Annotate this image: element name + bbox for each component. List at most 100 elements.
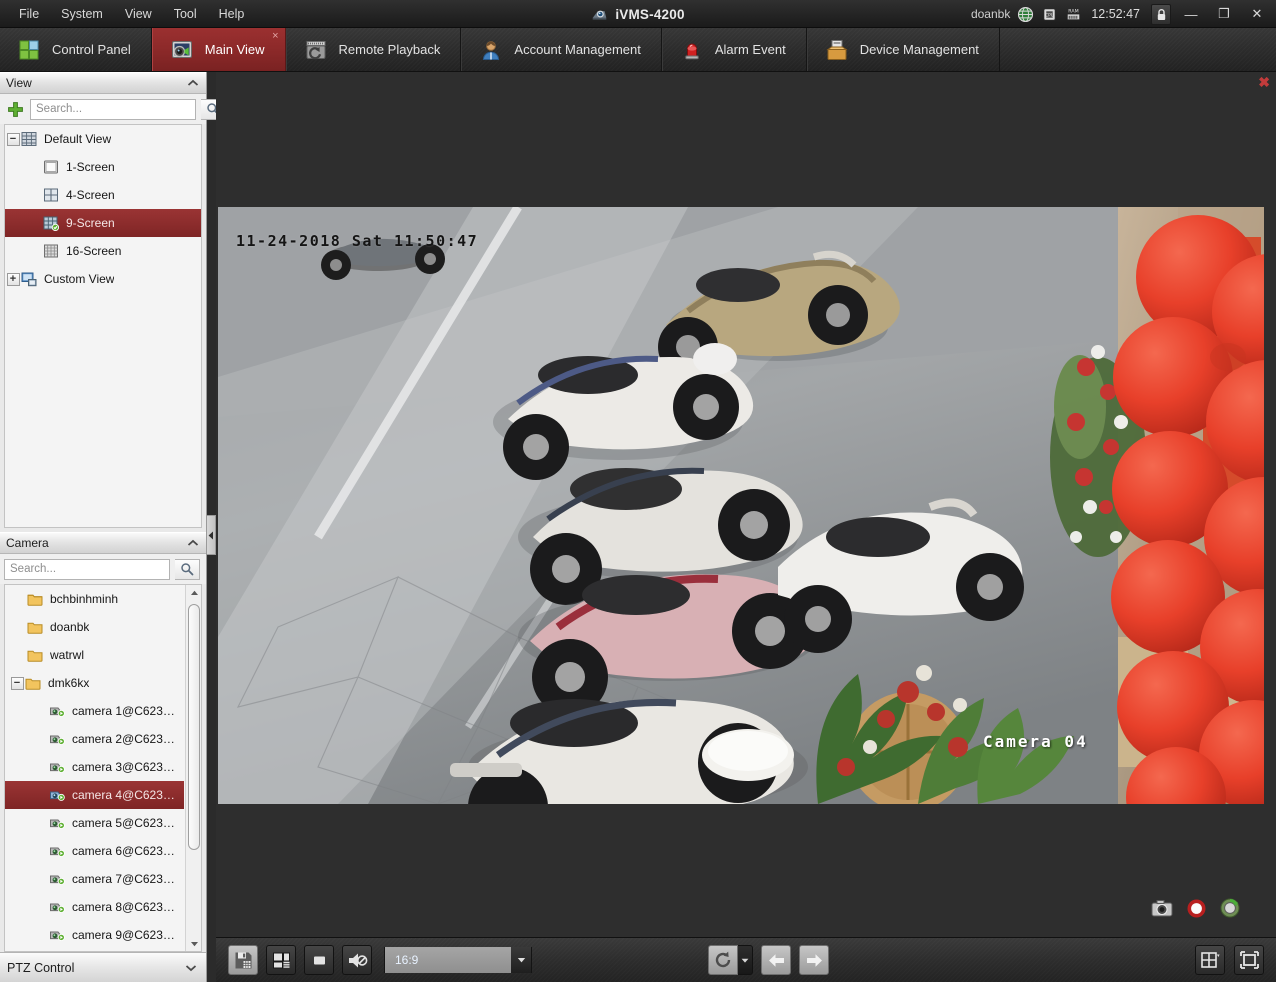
menu-file[interactable]: File (8, 2, 50, 26)
tab-device-management[interactable]: Device Management (806, 28, 1000, 71)
record-icon[interactable] (1187, 899, 1206, 918)
chevron-down-icon[interactable] (511, 947, 531, 973)
tree-label: camera 2@C623511... (72, 732, 180, 746)
camera-list-scrollbar[interactable] (185, 585, 201, 951)
list-item-group[interactable]: bchbinhminh (5, 585, 184, 613)
window-division-button[interactable] (1195, 945, 1225, 975)
scroll-up-icon[interactable] (186, 585, 201, 600)
expand-expander-icon[interactable]: + (6, 272, 20, 286)
control-panel-icon (19, 40, 39, 59)
video-control-toolbar: 16:9 (216, 937, 1276, 982)
device-management-icon (826, 39, 848, 60)
fullscreen-button[interactable] (1234, 945, 1264, 975)
tree-row-9-screen[interactable]: 9-Screen (5, 209, 201, 237)
collapse-expander-icon[interactable]: − (6, 132, 20, 146)
tree-label: camera 8@C623511... (72, 900, 180, 914)
chevron-up-icon[interactable] (187, 79, 199, 87)
multi-window-button[interactable] (266, 945, 296, 975)
list-item-group[interactable]: doanbk (5, 613, 184, 641)
ptz-control-header[interactable]: PTZ Control (0, 952, 206, 982)
camera-search-button[interactable] (175, 558, 200, 580)
cpu-icon[interactable]: CPU (1041, 6, 1058, 23)
tree-label: watrwl (50, 648, 85, 662)
list-item-camera[interactable]: camera 2@C623511... (5, 725, 184, 753)
globe-icon[interactable] (1017, 6, 1034, 23)
save-layout-button[interactable] (228, 945, 258, 975)
view-panel-header[interactable]: View (0, 72, 206, 94)
list-item-camera[interactable]: camera 6@C623511... (5, 837, 184, 865)
sidebar-collapse-handle[interactable] (207, 515, 216, 555)
scroll-down-icon[interactable] (186, 936, 201, 951)
ptz-icon[interactable] (1220, 898, 1240, 918)
auto-switch-button[interactable] (708, 945, 738, 975)
tab-alarm-event[interactable]: Alarm Event (661, 28, 807, 71)
expander-cell[interactable]: − (9, 676, 25, 690)
collapse-expander-icon[interactable]: − (10, 676, 24, 690)
view-search-input[interactable] (30, 98, 196, 120)
window-close-button[interactable]: ✕ (1244, 4, 1270, 24)
expander-cell[interactable]: − (5, 132, 21, 146)
mute-button[interactable] (342, 945, 372, 975)
tab-main-view[interactable]: × Main View (151, 28, 286, 71)
tree-row-16-screen[interactable]: 16-Screen (5, 237, 201, 265)
screen-16-icon (44, 244, 58, 258)
tab-remote-playback[interactable]: Remote Playback (285, 28, 462, 71)
view-panel-title: View (6, 76, 32, 90)
tab-control-panel[interactable]: Control Panel (0, 28, 152, 71)
list-item-camera-selected[interactable]: camera 4@C623511... (5, 781, 184, 809)
live-video-feed: 99 (218, 207, 1264, 804)
previous-page-button[interactable] (761, 945, 791, 975)
layout-controls (1195, 945, 1264, 975)
menu-view[interactable]: View (114, 2, 163, 26)
auto-switch-dropdown[interactable] (738, 945, 753, 975)
list-item-camera[interactable]: camera 3@C623511... (5, 753, 184, 781)
system-clock: 12:52:47 (1091, 7, 1140, 21)
list-item-camera[interactable]: camera 8@C623511... (5, 893, 184, 921)
stop-all-button[interactable] (304, 945, 334, 975)
list-item-camera[interactable]: camera 7@C623511... (5, 865, 184, 893)
tree-row-custom-view[interactable]: + Custom View (5, 265, 201, 293)
expander-cell[interactable]: + (5, 272, 21, 286)
window-division-icon (1200, 952, 1220, 968)
tree-row-1-screen[interactable]: 1-Screen (5, 153, 201, 181)
snapshot-icon[interactable] (1151, 899, 1173, 917)
tab-close-icon[interactable]: × (272, 31, 278, 42)
scrollbar-thumb[interactable] (188, 604, 200, 850)
chevron-up-icon[interactable] (187, 539, 199, 547)
svg-text:CPU: CPU (1045, 12, 1054, 18)
camera-tree[interactable]: bchbinhminh doanbk watrwl − dmk6kx camer… (4, 584, 202, 952)
camera-logo-icon (593, 10, 607, 20)
window-maximize-button[interactable]: ❐ (1211, 4, 1237, 24)
next-page-button[interactable] (799, 945, 829, 975)
list-item-group[interactable]: watrwl (5, 641, 184, 669)
menu-system[interactable]: System (50, 2, 114, 26)
lock-icon[interactable] (1151, 3, 1171, 25)
tree-row-4-screen[interactable]: 4-Screen (5, 181, 201, 209)
ram-icon[interactable]: RAM (1065, 6, 1082, 23)
camera-panel-header[interactable]: Camera (0, 532, 206, 554)
view-tree[interactable]: − Default View 1-Screen 4-Screen 9-Scree… (4, 124, 202, 528)
add-view-button[interactable] (6, 100, 25, 119)
aspect-ratio-select[interactable]: 16:9 (384, 947, 532, 973)
menu-tool[interactable]: Tool (163, 2, 208, 26)
video-window-camera-04[interactable]: 99 (218, 207, 1264, 804)
list-item-camera[interactable]: camera 1@C623511... (5, 697, 184, 725)
main-view-icon (171, 40, 192, 58)
tree-row-default-view[interactable]: − Default View (5, 125, 201, 153)
chevron-down-icon[interactable] (185, 964, 197, 972)
list-item-camera[interactable]: camera 9@C623511... (5, 921, 184, 949)
tree-label: camera 6@C623511... (72, 844, 180, 858)
camera-icon (50, 791, 65, 801)
window-minimize-button[interactable]: — (1178, 4, 1204, 24)
camera-search-input[interactable] (4, 558, 170, 580)
tree-label: Custom View (44, 272, 115, 286)
video-status-badges (1151, 898, 1240, 918)
tab-account-management[interactable]: Account Management (461, 28, 662, 71)
list-item-camera[interactable]: camera 5@C623511... (5, 809, 184, 837)
aspect-ratio-value[interactable]: 16:9 (385, 947, 511, 973)
menu-bar: File System View Tool Help (0, 0, 255, 28)
close-window-icon[interactable]: ✖ (1258, 75, 1270, 89)
video-display-area[interactable]: ✖ 11-24-2018 Sat 11:50:47 Camera 04 (216, 72, 1276, 937)
list-item-group-expanded[interactable]: − dmk6kx (5, 669, 184, 697)
menu-help[interactable]: Help (208, 2, 256, 26)
